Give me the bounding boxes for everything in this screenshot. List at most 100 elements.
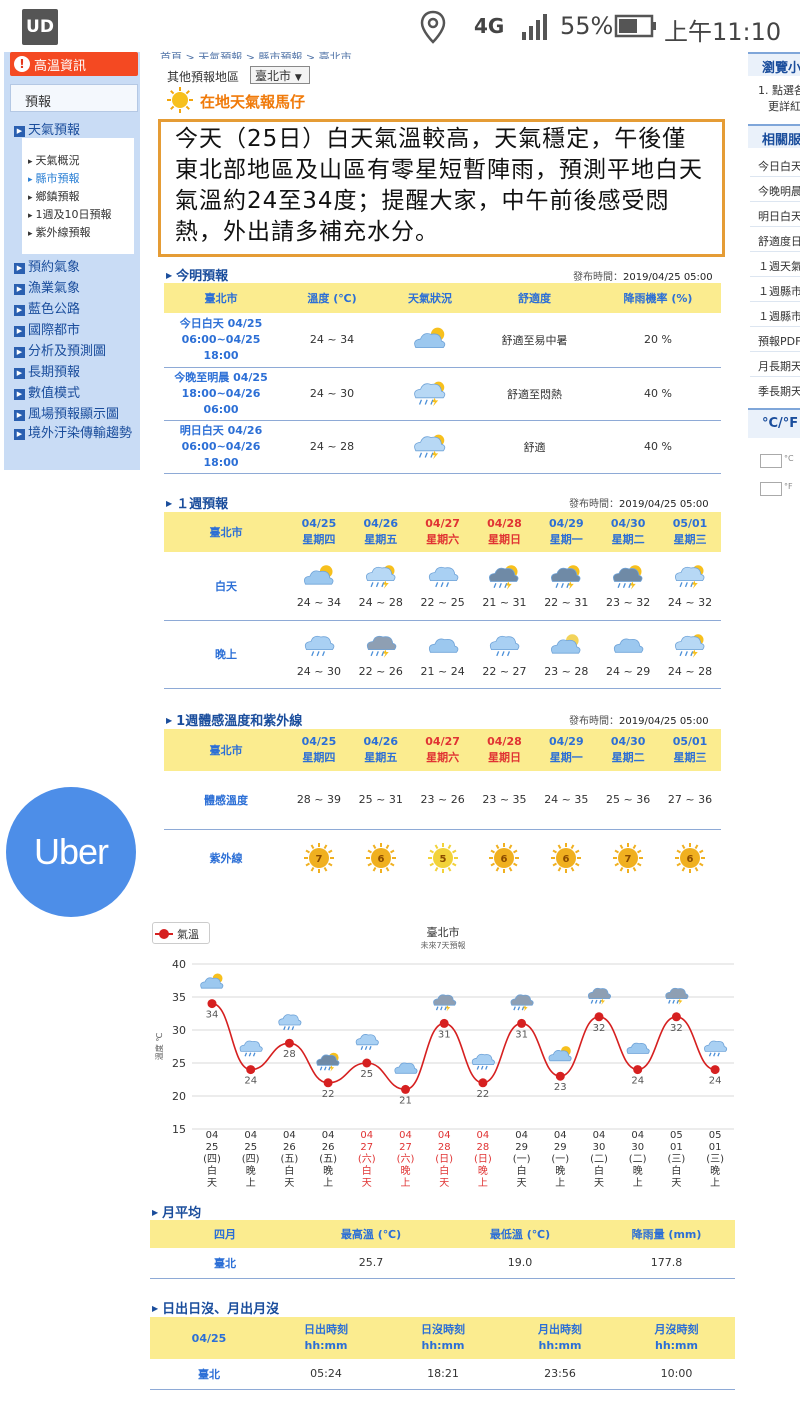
divider (750, 226, 800, 227)
cloud-rain-icon (704, 1040, 728, 1057)
sidebar-link-weather-forecast[interactable]: 天氣預報 (14, 119, 80, 138)
svg-text:6: 6 (563, 854, 570, 865)
day-of-week: 星期五 (364, 533, 398, 546)
monthly-min: 19.0 (442, 1248, 598, 1279)
thunder-rain-icon (365, 565, 396, 589)
x-tick-label: 晚 (323, 1165, 333, 1177)
x-tick-label: 白 (439, 1164, 449, 1177)
day-temp: 23 ~ 32 (606, 596, 651, 610)
fahrenheit-input[interactable] (760, 482, 782, 496)
sidebar-subitem[interactable]: 鄉鎮預報 (28, 188, 80, 204)
cloud-rain-icon (471, 1053, 495, 1070)
night-temp: 24 ~ 28 (667, 664, 713, 678)
sidebar-subitem[interactable]: 天氣概況 (28, 152, 80, 168)
col-unit: hh:mm (421, 1339, 465, 1352)
sidebar-subitem[interactable]: 1週及10日預報 (28, 206, 112, 222)
x-tick-label: 28 (438, 1142, 451, 1153)
x-tick-label: 28 (477, 1142, 490, 1153)
related-link[interactable]: 季長期天 (758, 383, 800, 399)
sunmoon-city: 臺北 (150, 1359, 268, 1390)
day-temp: 22 ~ 25 (420, 596, 465, 610)
celsius-label: °C (784, 454, 794, 463)
day-of-week: 星期二 (611, 533, 645, 546)
feel-temp: 23 ~ 26 (411, 771, 474, 830)
related-link[interactable]: １週縣市 (758, 308, 800, 324)
temperature-point (478, 1078, 488, 1088)
sidebar-link[interactable]: 漁業氣象 (14, 277, 80, 296)
heat-alert-button[interactable]: ! 高溫資訊 (10, 52, 138, 76)
related-link[interactable]: 舒適度日 (758, 233, 800, 249)
sunmoon-title: 日出日沒、月出月沒 (152, 1298, 279, 1317)
browse-item: 更詳紅 (768, 100, 800, 113)
rain-chance: 20 % (595, 313, 721, 368)
sidebar-link[interactable]: 境外汙染傳輸趨勢 (14, 424, 138, 444)
col-header: 月出時刻 (538, 1323, 582, 1336)
data-label: 32 (593, 1023, 606, 1034)
sidebar-subitem-active[interactable]: 縣市預報 (28, 170, 80, 186)
browse-panel-title: 瀏覽小 (748, 52, 800, 76)
feel-uv-publish-time: 發布時間：2019/04/25 05:00 (569, 712, 709, 727)
uv-sun-icon: 7 (303, 843, 334, 874)
night-row-label: 晚上 (164, 620, 288, 689)
x-tick-label: 上 (555, 1177, 565, 1189)
x-tick-label: 上 (246, 1177, 256, 1189)
x-tick-label: 上 (710, 1177, 720, 1189)
related-panel-title: 相關服 (748, 124, 800, 148)
breadcrumb[interactable]: 首頁 > 天氣預報 > 縣市預報 > 臺北市 (160, 49, 352, 59)
x-tick-label: (二) (590, 1154, 608, 1165)
temperature-point (633, 1065, 643, 1075)
today-forecast-row: 明日白天 04/26 06:00~04/26 18:00 24 ~ 28 舒適 40 % (164, 420, 721, 474)
region-select[interactable]: 臺北市 ▼ (250, 66, 310, 84)
x-tick-label: 白 (362, 1164, 372, 1177)
related-link[interactable]: 今日白天 (758, 158, 800, 174)
uber-ad-badge[interactable]: Uber (6, 787, 136, 917)
sun-thunder-icon (316, 1052, 340, 1072)
day-date: 04/26 (363, 735, 399, 748)
sidebar-link[interactable]: 風場預報顯示圖 (14, 403, 119, 422)
day-date: 05/01 (672, 517, 708, 530)
uv-sun-icon: 5 (427, 843, 458, 874)
celsius-input[interactable] (760, 454, 782, 468)
sidebar-subitem[interactable]: 紫外線預報 (28, 224, 91, 240)
heat-alert-label: 高溫資訊 (34, 58, 87, 74)
thunder-rain-icon (675, 633, 705, 658)
related-link[interactable]: １週天氣 (758, 258, 800, 274)
cloud-icon (428, 638, 458, 653)
moonset-time: 10:00 (618, 1359, 735, 1390)
related-link[interactable]: 今晚明晨 (758, 183, 800, 199)
svg-text:7: 7 (625, 854, 632, 865)
temperature-point (246, 1065, 256, 1075)
night-temp: 23 ~ 28 (544, 664, 589, 678)
region-select-label: 其他預報地區 (167, 70, 240, 84)
related-link[interactable]: １週縣市 (758, 283, 800, 299)
sidebar-link[interactable]: 藍色公路 (14, 298, 80, 317)
sidebar-submenu: 天氣概況 縣市預報 鄉鎮預報 1週及10日預報 紫外線預報 (22, 138, 134, 254)
day-date: 04/30 (610, 517, 646, 530)
x-tick-label: 25 (206, 1142, 219, 1153)
period-range: 18:00~04/26 06:00 (181, 386, 261, 416)
feel-temp: 23 ~ 35 (473, 771, 536, 830)
sidebar-link[interactable]: 分析及預測圖 (14, 340, 106, 359)
uv-row-label: 紫外線 (209, 852, 243, 866)
signal-icon (522, 14, 547, 40)
divider (750, 201, 800, 202)
day-of-week: 星期三 (673, 533, 707, 546)
y-tick-label: 35 (172, 991, 186, 1004)
sidebar: ! 高溫資訊 預報 天氣預報 天氣概況 縣市預報 鄉鎮預報 1週及10日預報 紫… (4, 52, 140, 470)
forecast-section-header[interactable]: 預報 (10, 84, 138, 112)
sidebar-link[interactable]: 數值模式 (14, 382, 80, 401)
sidebar-link[interactable]: 預約氣象 (14, 256, 80, 275)
x-tick-label: 天 (362, 1178, 372, 1189)
related-link[interactable]: 月長期天 (758, 358, 800, 374)
x-tick-label: (一) (551, 1154, 569, 1165)
sidebar-link[interactable]: 國際都市 (14, 319, 80, 338)
weather-summary-box: 今天（25日）白天氣溫較高，天氣穩定，午後僅東北部地區及山區有零星短暫陣雨，預測… (158, 119, 725, 257)
related-link[interactable]: 預報PDF (758, 333, 800, 349)
sidebar-link[interactable]: 長期預報 (14, 361, 80, 380)
data-label: 22 (477, 1089, 490, 1100)
data-label: 24 (244, 1076, 257, 1087)
uv-sun-icon: 6 (551, 843, 582, 874)
feel-uv-table: 臺北市 04/25 星期四 04/26 星期五 04/27 星期六 04/28 星期日 04/29… (164, 729, 721, 887)
related-link[interactable]: 明日白天 (758, 208, 800, 224)
x-tick-label: 04 (631, 1130, 644, 1141)
